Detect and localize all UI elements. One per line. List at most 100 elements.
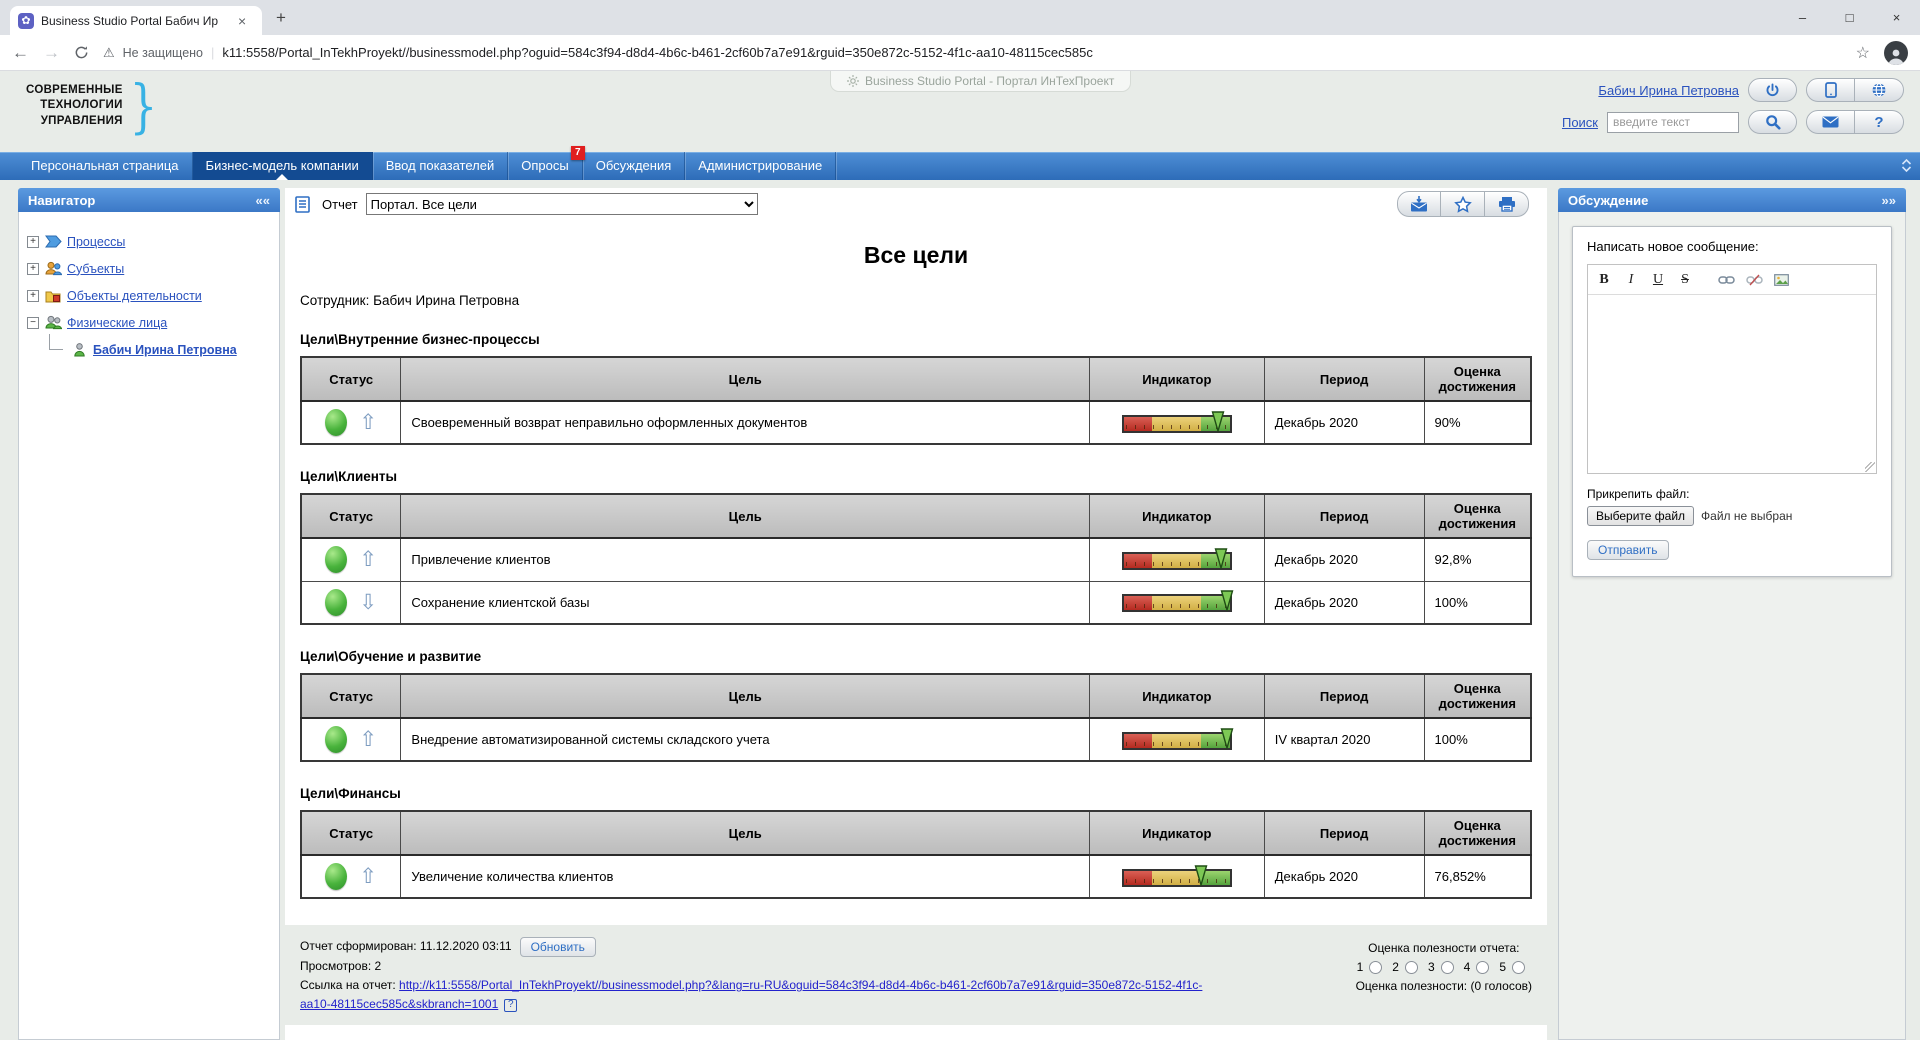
- help-button[interactable]: ?: [1855, 110, 1904, 134]
- send-report-button[interactable]: [1397, 191, 1441, 217]
- new-tab-button[interactable]: +: [276, 8, 286, 28]
- page-title: Все цели: [300, 242, 1532, 269]
- search-link[interactable]: Поиск: [1562, 115, 1598, 130]
- browser-tab[interactable]: ✿ Business Studio Portal Бабич Ир ×: [10, 6, 262, 35]
- gauge-marker-icon: [1211, 411, 1224, 432]
- trend-down-icon: ⇩: [359, 592, 377, 613]
- mobile-phone-icon: [1825, 82, 1837, 98]
- window-close-button[interactable]: ×: [1873, 0, 1920, 35]
- report-select[interactable]: Портал. Все цели: [366, 193, 758, 215]
- rating-radio-4[interactable]: [1476, 961, 1489, 974]
- score-cell: 100%: [1424, 718, 1531, 761]
- trend-up-icon: ⇧: [359, 549, 377, 570]
- report-toolbar: Отчет Портал. Все цели: [285, 188, 1547, 220]
- window-minimize-button[interactable]: –: [1779, 0, 1826, 35]
- tab-close-icon[interactable]: ×: [238, 13, 246, 29]
- status-green-icon: [325, 726, 347, 753]
- folder-objects-icon: [44, 288, 62, 304]
- section-heading: Цели\Обучение и развитие: [300, 649, 1532, 664]
- section-heading: Цели\Финансы: [300, 786, 1532, 801]
- report-link-label: Ссылка на отчет:: [300, 978, 399, 992]
- italic-button[interactable]: I: [1625, 272, 1637, 288]
- image-icon[interactable]: [1774, 274, 1789, 286]
- expand-icon[interactable]: +: [27, 290, 39, 302]
- subjects-icon: [44, 261, 62, 277]
- rating-radio-3[interactable]: [1441, 961, 1454, 974]
- col-period: Период: [1264, 494, 1424, 538]
- favorite-report-button[interactable]: [1441, 191, 1485, 217]
- col-status: Статус: [301, 674, 401, 718]
- menu-item-administration[interactable]: Администрирование: [685, 152, 836, 180]
- col-goal: Цель: [401, 674, 1089, 718]
- menu-item-business-model[interactable]: Бизнес-модель компании: [193, 152, 373, 180]
- employee-line: Сотрудник: Бабич Ирина Петровна: [300, 293, 1532, 308]
- address-field[interactable]: ⚠ Не защищено | k11:5558/Portal_InTekhPr…: [103, 45, 1842, 61]
- bookmark-star-icon[interactable]: ☆: [1856, 43, 1870, 63]
- menu-collapse-icon[interactable]: [1901, 158, 1912, 173]
- status-green-icon: [325, 409, 347, 436]
- score-cell: 76,852%: [1424, 855, 1531, 898]
- printer-icon: [1498, 196, 1516, 212]
- messages-button[interactable]: [1806, 110, 1855, 134]
- not-secure-warning-icon[interactable]: ⚠: [103, 45, 115, 61]
- report-link[interactable]: http://k11:5558/Portal_InTekhProyekt//bu…: [300, 978, 1202, 1011]
- menu-item-indicators[interactable]: Ввод показателей: [373, 152, 509, 180]
- indicator-gauge: [1122, 590, 1232, 614]
- expand-icon[interactable]: +: [27, 263, 39, 275]
- score-cell: 92,8%: [1424, 538, 1531, 581]
- star-icon: [1454, 196, 1472, 213]
- col-period: Период: [1264, 811, 1424, 855]
- mobile-version-button[interactable]: [1806, 78, 1855, 102]
- gear-icon: [847, 75, 859, 87]
- collapse-panel-icon[interactable]: ««: [256, 193, 270, 208]
- portal-header: СОВРЕМЕННЫЕ ТЕХНОЛОГИИ УПРАВЛЕНИЯ } Busi…: [0, 71, 1920, 152]
- new-message-label: Написать новое сообщение:: [1587, 239, 1877, 254]
- language-button[interactable]: [1855, 78, 1904, 102]
- link-help-icon[interactable]: ?: [504, 999, 517, 1012]
- strikethrough-button[interactable]: S: [1679, 272, 1691, 288]
- send-message-button[interactable]: Отправить: [1587, 540, 1669, 560]
- goal-cell: Своевременный возврат неправильно оформл…: [401, 401, 1089, 444]
- report-generated-label: Отчет сформирован: 11.12.2020 03:11: [300, 937, 512, 956]
- menu-item-personal-page[interactable]: Персональная страница: [18, 152, 193, 180]
- period-cell: Декабрь 2020: [1264, 855, 1424, 898]
- period-cell: IV квартал 2020: [1264, 718, 1424, 761]
- expand-icon[interactable]: +: [27, 236, 39, 248]
- window-maximize-button[interactable]: □: [1826, 0, 1873, 35]
- rating-radio-2[interactable]: [1405, 961, 1418, 974]
- refresh-report-button[interactable]: Обновить: [520, 937, 596, 957]
- print-report-button[interactable]: [1485, 191, 1529, 217]
- globe-icon: [1871, 82, 1887, 98]
- menu-item-discussions[interactable]: Обсуждения: [583, 152, 686, 180]
- link-icon[interactable]: [1718, 275, 1735, 285]
- unlink-icon[interactable]: [1746, 274, 1763, 286]
- expand-panel-icon[interactable]: »»: [1882, 193, 1896, 208]
- tree-item-individuals: − Физические лица: [27, 309, 271, 336]
- question-icon: ?: [1874, 114, 1883, 131]
- browser-avatar[interactable]: [1884, 41, 1908, 65]
- underline-button[interactable]: U: [1652, 272, 1664, 288]
- collapse-icon[interactable]: −: [27, 317, 39, 329]
- envelope-icon: [1822, 116, 1839, 128]
- menu-item-surveys[interactable]: Опросы 7: [508, 152, 582, 180]
- url-text[interactable]: k11:5558/Portal_InTekhProyekt//businessm…: [222, 45, 1092, 60]
- back-icon[interactable]: ←: [12, 43, 29, 63]
- navigator-header: Навигатор ««: [18, 188, 280, 212]
- editor-toolbar: B I U S: [1588, 265, 1876, 295]
- bold-button[interactable]: B: [1598, 272, 1610, 288]
- search-input[interactable]: [1607, 112, 1739, 133]
- col-score: Оценка достижения: [1424, 357, 1531, 401]
- gauge-marker-icon: [1221, 590, 1234, 611]
- refresh-icon[interactable]: [74, 45, 89, 60]
- resize-grip[interactable]: [1865, 462, 1875, 472]
- user-profile-link[interactable]: Бабич Ирина Петровна: [1598, 83, 1739, 98]
- logout-button[interactable]: [1748, 78, 1797, 102]
- indicator-gauge: [1122, 411, 1232, 435]
- choose-file-button[interactable]: Выберите файл: [1587, 506, 1694, 526]
- goal-cell: Увеличение количества клиентов: [401, 855, 1089, 898]
- message-textarea[interactable]: [1588, 295, 1876, 473]
- search-button[interactable]: [1748, 110, 1797, 134]
- col-goal: Цель: [401, 494, 1089, 538]
- rating-radio-5[interactable]: [1512, 961, 1525, 974]
- rating-radio-1[interactable]: [1369, 961, 1382, 974]
